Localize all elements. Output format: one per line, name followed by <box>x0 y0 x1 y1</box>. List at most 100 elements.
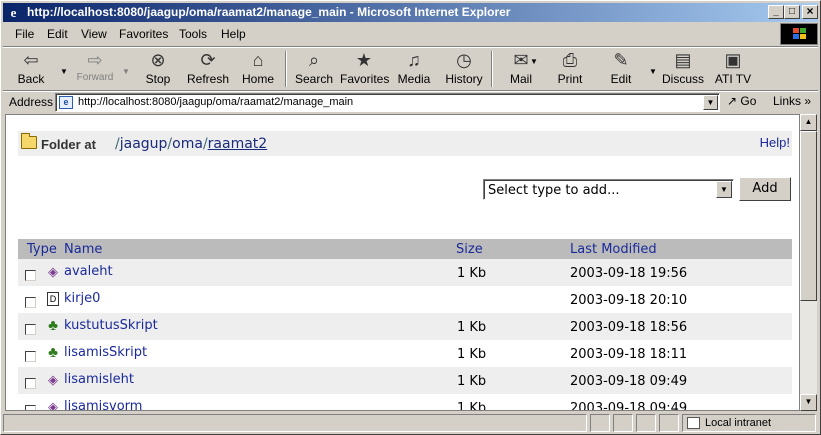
menu-favorites[interactable]: Favorites <box>119 27 168 41</box>
document-icon: D <box>47 292 59 306</box>
item-size: 1 Kb <box>457 266 487 281</box>
item-link[interactable]: kirje0 <box>64 291 100 306</box>
column-type[interactable]: Type <box>27 242 57 257</box>
discuss-button[interactable]: ▤ Discuss <box>659 50 707 88</box>
forward-arrow-icon: ⇨ <box>87 50 103 70</box>
stop-icon: ⊗ <box>150 50 166 70</box>
address-label: Address <box>9 95 54 109</box>
add-button[interactable]: Add <box>739 177 791 201</box>
page-template-icon: ◈ <box>48 372 58 387</box>
search-button[interactable]: ⌕ Search <box>290 50 338 88</box>
close-button[interactable]: × <box>802 5 818 19</box>
print-button[interactable]: ⎙ Print <box>546 50 594 88</box>
python-script-icon: ♣ <box>48 344 58 361</box>
favorites-button[interactable]: ★ Favorites <box>340 50 389 88</box>
select-dropdown-icon[interactable]: ▼ <box>716 181 732 198</box>
scroll-up-icon[interactable]: ▲ <box>800 114 817 131</box>
item-modified: 2003-09-18 09:49 <box>570 401 688 411</box>
status-text-panel <box>3 414 587 432</box>
item-size: 1 Kb <box>457 401 487 411</box>
item-modified: 2003-09-18 09:49 <box>570 374 688 389</box>
breadcrumb-link-raamat2[interactable]: raamat2 <box>208 136 268 152</box>
menu-help[interactable]: Help <box>221 27 246 41</box>
menu-edit[interactable]: Edit <box>47 27 68 41</box>
edit-dropdown-icon[interactable]: ▼ <box>649 67 657 76</box>
menu-tools[interactable]: Tools <box>179 27 207 41</box>
forward-dropdown-icon[interactable]: ▼ <box>122 67 130 76</box>
links-button[interactable]: Links » <box>773 94 811 108</box>
ati-tv-button[interactable]: ▣ ATI TV <box>709 50 757 88</box>
column-last-modified[interactable]: Last Modified <box>570 242 657 257</box>
item-link[interactable]: kustutusSkript <box>64 318 158 333</box>
history-button[interactable]: ◷ History <box>440 50 488 88</box>
vertical-scrollbar[interactable]: ▲ ▼ <box>800 114 817 411</box>
back-button[interactable]: ⇦ Back <box>7 50 55 88</box>
page-template-icon: ◈ <box>48 399 58 411</box>
window-title: http://localhost:8080/jaagup/oma/raamat2… <box>27 5 511 19</box>
breadcrumb-link-oma[interactable]: oma <box>172 136 203 152</box>
table-row: ◈ lisamisvorm 1 Kb 2003-09-18 09:49 <box>18 394 792 411</box>
address-input[interactable]: e http://localhost:8080/jaagup/oma/raama… <box>55 93 720 112</box>
item-link[interactable]: lisamisvorm <box>64 399 142 410</box>
home-button[interactable]: ⌂ Home <box>234 50 282 88</box>
search-icon: ⌕ <box>308 50 320 70</box>
forward-button[interactable]: ⇨ Forward <box>71 50 119 88</box>
standard-toolbar: ⇦ Back ▼ ⇨ Forward ▼ ⊗ Stop ⟳ Refresh ⌂ … <box>3 46 818 89</box>
row-checkbox[interactable] <box>25 405 36 410</box>
history-icon: ◷ <box>456 50 472 70</box>
go-arrow-icon: ↗ <box>727 94 738 108</box>
zone-label: Local intranet <box>705 417 772 429</box>
add-type-value: Select type to add... <box>488 183 620 198</box>
mail-dropdown-icon[interactable]: ▼ <box>530 57 538 66</box>
row-checkbox[interactable] <box>25 297 36 308</box>
row-checkbox[interactable] <box>25 270 36 281</box>
status-panel <box>659 414 679 432</box>
ie-logo-icon: e <box>10 5 17 20</box>
address-dropdown-icon[interactable]: ▼ <box>703 95 718 110</box>
add-type-select[interactable]: Select type to add... ▼ <box>483 179 734 200</box>
table-row: D kirje0 2003-09-18 20:10 <box>18 286 792 313</box>
address-url[interactable]: http://localhost:8080/jaagup/oma/raamat2… <box>78 96 353 108</box>
security-zone-panel: Local intranet <box>682 414 816 432</box>
scroll-down-icon[interactable]: ▼ <box>800 394 817 411</box>
home-icon: ⌂ <box>252 50 264 70</box>
address-bar: Address e http://localhost:8080/jaagup/o… <box>3 90 818 112</box>
menu-view[interactable]: View <box>81 27 107 41</box>
browser-window: e http://localhost:8080/jaagup/oma/raama… <box>0 0 821 435</box>
page-content: Folder at /jaagup/oma/raamat2 Help! Sele… <box>5 114 800 411</box>
row-checkbox[interactable] <box>25 351 36 362</box>
item-link[interactable]: avaleht <box>64 264 113 279</box>
row-checkbox[interactable] <box>25 378 36 389</box>
maximize-button[interactable]: □ <box>784 5 800 19</box>
mail-button[interactable]: ✉ Mail <box>497 50 545 88</box>
column-name[interactable]: Name <box>64 242 102 257</box>
row-checkbox[interactable] <box>25 324 36 335</box>
item-size: 1 Kb <box>457 374 487 389</box>
back-dropdown-icon[interactable]: ▼ <box>60 67 68 76</box>
column-size[interactable]: Size <box>456 242 483 257</box>
refresh-icon: ⟳ <box>200 50 216 70</box>
scroll-thumb[interactable] <box>800 131 817 301</box>
minimize-button[interactable]: _ <box>768 5 784 19</box>
media-button[interactable]: ♫ Media <box>390 50 438 88</box>
item-size: 1 Kb <box>457 320 487 335</box>
windows-logo-icon <box>780 23 818 45</box>
item-modified: 2003-09-18 18:11 <box>570 347 688 362</box>
title-bar[interactable]: e http://localhost:8080/jaagup/oma/raama… <box>3 3 818 22</box>
refresh-button[interactable]: ⟳ Refresh <box>184 50 232 88</box>
stop-button[interactable]: ⊗ Stop <box>134 50 182 88</box>
help-link[interactable]: Help! <box>760 135 790 150</box>
intranet-zone-icon <box>687 417 700 429</box>
breadcrumb-link-jaagup[interactable]: jaagup <box>120 136 168 152</box>
edit-button[interactable]: ✎ Edit <box>597 50 645 88</box>
edit-word-icon: ✎ <box>613 50 629 70</box>
location-bar: Folder at /jaagup/oma/raamat2 Help! <box>18 131 792 156</box>
item-link[interactable]: lisamisSkript <box>64 345 147 360</box>
status-panel <box>613 414 633 432</box>
menu-file[interactable]: File <box>15 27 34 41</box>
table-row: ◈ avaleht 1 Kb 2003-09-18 19:56 <box>18 259 792 286</box>
page-icon: e <box>59 96 73 109</box>
item-link[interactable]: lisamisleht <box>64 372 134 387</box>
status-panel <box>590 414 610 432</box>
go-button[interactable]: ↗ Go <box>727 94 756 108</box>
